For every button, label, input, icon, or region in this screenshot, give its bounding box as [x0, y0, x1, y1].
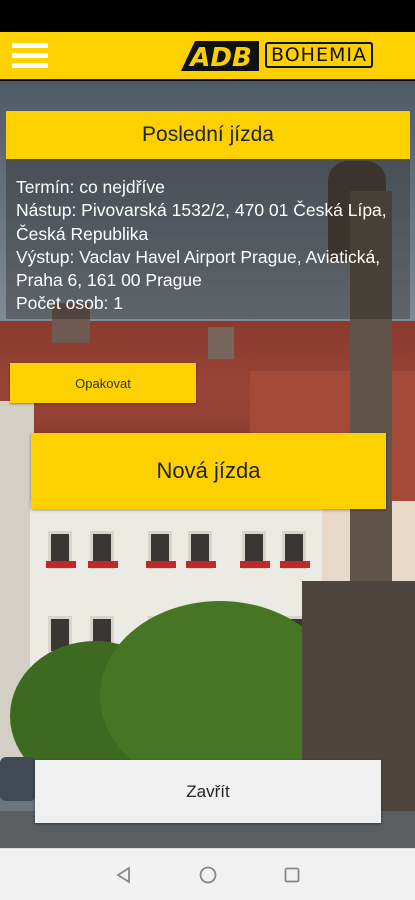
system-nav-bar — [0, 848, 415, 900]
adb-logo-mark: ADB — [181, 41, 259, 73]
last-ride-details: Termín: co nejdříve Nástup: Pivovarská 1… — [6, 159, 410, 319]
new-ride-button[interactable]: Nová jízda — [31, 433, 386, 509]
status-bar — [0, 0, 415, 32]
ride-pickup: Nástup: Pivovarská 1532/2, 470 01 Česká … — [16, 200, 387, 244]
back-triangle-icon[interactable] — [112, 863, 136, 887]
app-bar: ADB BOHEMIA — [0, 32, 415, 80]
bohemia-wordmark: BOHEMIA — [265, 42, 373, 68]
ride-passengers: Počet osob: 1 — [16, 293, 124, 314]
ride-dropoff: Výstup: Vaclav Havel Airport Prague, Avi… — [16, 246, 381, 291]
close-button[interactable]: Zavřít — [35, 760, 381, 823]
hamburger-menu-icon[interactable] — [12, 41, 50, 71]
last-ride-title: Poslední jízda — [6, 111, 410, 159]
adb-bohemia-logo: ADB BOHEMIA — [175, 39, 409, 73]
home-circle-icon[interactable] — [196, 863, 220, 887]
ride-term: Termín: co nejdříve — [16, 177, 165, 197]
recents-square-icon[interactable] — [280, 863, 304, 887]
svg-text:ADB: ADB — [188, 43, 252, 73]
repeat-button[interactable]: Opakovat — [10, 363, 196, 403]
